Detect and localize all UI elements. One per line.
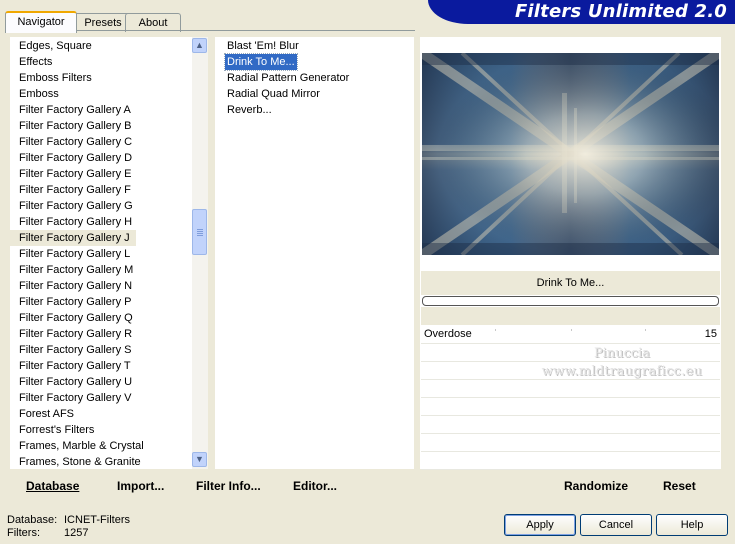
category-item[interactable]: Filter Factory Gallery P [10,294,131,310]
import-button[interactable]: Import... [117,478,164,494]
status-database: Database: ICNET-Filters [7,514,130,527]
filter-item[interactable]: Reverb... [225,102,274,118]
parameter-label: Overdose [424,328,472,340]
category-list[interactable]: Edges, Square Effects Emboss Filters Emboss… [10,37,192,469]
category-item[interactable]: Filter Factory Gallery R [10,326,132,342]
category-item[interactable]: Filter Factory Gallery L [10,246,130,262]
category-item[interactable]: Effects [10,54,52,70]
category-item[interactable]: Filter Factory Gallery D [10,150,132,166]
scroll-down-icon[interactable]: ▼ [192,452,207,467]
watermark: Pinuccia www.mldtraugraficc.eu [527,345,717,381]
parameter-slider-row[interactable]: Overdose 15 [421,326,720,344]
category-item[interactable]: Filter Factory Gallery M [10,262,133,278]
cancel-button[interactable]: Cancel [580,514,652,536]
category-item[interactable]: Filter Factory Gallery S [10,342,131,358]
status-filters: Filters: 1257 [7,527,88,540]
category-item[interactable]: Filter Factory Gallery N [10,278,132,294]
slider-tick [645,329,646,331]
filter-item[interactable]: Radial Pattern Generator [225,70,351,86]
tab-navigator[interactable]: Navigator [5,11,77,33]
category-item[interactable]: Filter Factory Gallery A [10,102,131,118]
apply-button[interactable]: Apply [504,514,576,536]
title-banner: Filters Unlimited 2.0 [428,0,735,24]
database-button[interactable]: Database [26,478,79,494]
parameter-slider-row[interactable] [421,452,720,470]
category-item[interactable]: Forrest's Filters [10,422,94,438]
parameter-slider-row[interactable] [421,434,720,452]
category-item[interactable]: Forest AFS [10,406,74,422]
parameter-value: 15 [704,328,717,340]
editor-button[interactable]: Editor... [293,478,337,494]
status-database-label: Database: [7,514,58,526]
scroll-thumb[interactable] [192,209,207,255]
category-item[interactable]: Filter Factory Gallery B [10,118,131,134]
randomize-button[interactable]: Randomize [564,478,628,494]
reset-button[interactable]: Reset [663,478,696,494]
category-item[interactable]: Edges, Square [10,38,92,54]
status-filters-value: 1257 [64,527,89,539]
category-item[interactable]: Frames, Marble & Crystal [10,438,144,454]
filter-list[interactable]: Blast 'Em! Blur Drink To Me... Radial Patt… [215,37,414,469]
toolbar-left: Database Import... Filter Info... Editor… [10,474,416,498]
progress-bar [422,296,719,306]
category-item[interactable]: Filter Factory Gallery F [10,182,131,198]
category-item[interactable]: Filter Factory Gallery V [10,390,131,406]
filter-item[interactable]: Radial Quad Mirror [225,86,322,102]
category-item[interactable]: Filter Factory Gallery E [10,166,131,182]
category-item[interactable]: Filter Factory Gallery U [10,374,132,390]
category-item[interactable]: Emboss Filters [10,70,92,86]
parameter-slider-row[interactable] [421,380,720,398]
parameter-slider-row[interactable] [421,398,720,416]
parameter-slider-row[interactable] [421,416,720,434]
category-scrollbar[interactable]: ▲ ▼ [192,37,208,469]
toolbar-right: Randomize Reset [421,474,721,498]
preview-image [422,53,719,255]
filter-item[interactable]: Drink To Me... [224,53,298,71]
category-item[interactable]: Filter Factory Gallery Q [10,310,133,326]
filter-info-button[interactable]: Filter Info... [196,478,261,494]
category-item[interactable]: Frames, Stone & Granite [10,454,141,469]
app-title: Filters Unlimited 2.0 [514,1,727,22]
watermark-line-1: Pinuccia [593,346,651,361]
category-item[interactable]: Filter Factory Gallery C [10,134,132,150]
scroll-up-icon[interactable]: ▲ [192,38,207,53]
watermark-line-2: www.mldtraugraficc.eu [541,364,703,379]
filter-item[interactable]: Blast 'Em! Blur [225,38,301,54]
category-item[interactable]: Filter Factory Gallery J [10,230,136,246]
category-item[interactable]: Filter Factory Gallery T [10,358,131,374]
category-item[interactable]: Emboss [10,86,59,102]
category-item[interactable]: Filter Factory Gallery H [10,214,132,230]
status-filters-label: Filters: [7,527,40,539]
current-filter-name: Drink To Me... [421,271,720,295]
category-item[interactable]: Filter Factory Gallery G [10,198,133,214]
slider-tick [571,329,572,331]
parameter-area-header [421,307,720,325]
slider-tick [495,329,496,331]
status-database-value: ICNET-Filters [64,514,130,526]
help-button[interactable]: Help [656,514,728,536]
